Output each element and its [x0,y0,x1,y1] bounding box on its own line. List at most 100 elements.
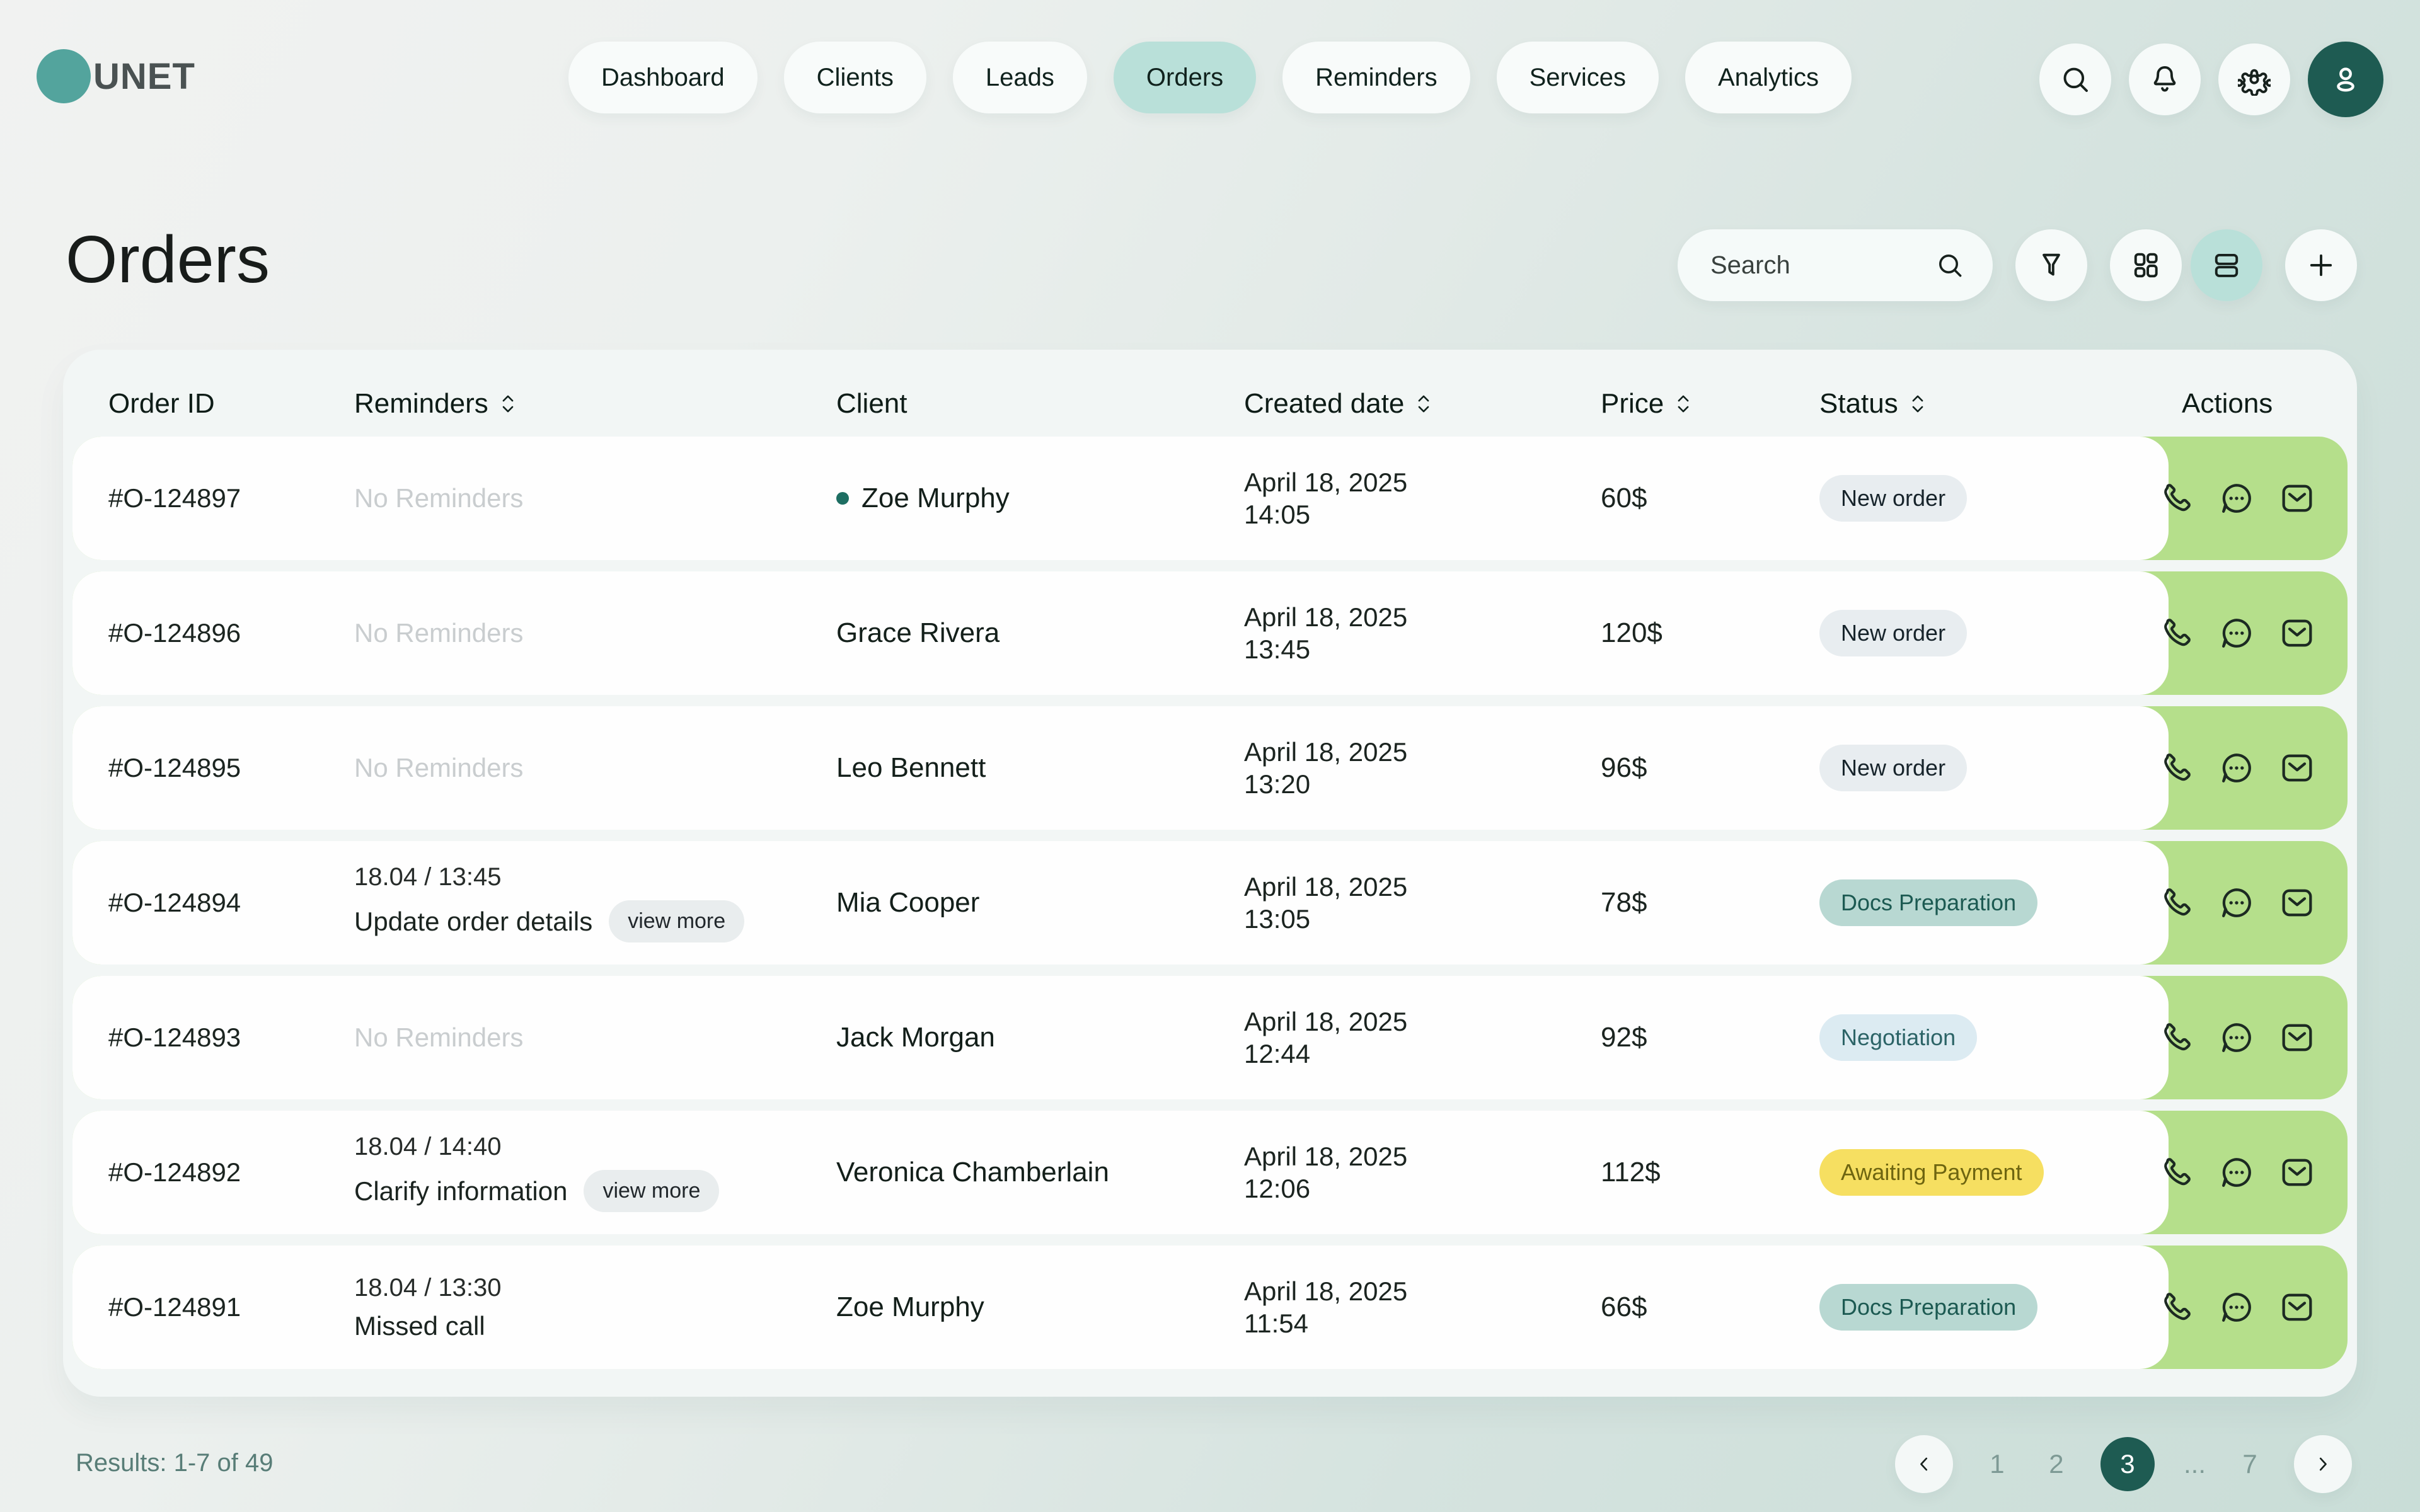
column-label: Price [1601,388,1664,420]
table-toolbar [1678,229,2357,301]
row-actions [2138,883,2348,923]
chat-button[interactable] [2216,883,2257,923]
client-cell: Zoe Murphy [836,1292,1244,1323]
call-button[interactable] [2156,613,2196,653]
page-2-button[interactable]: 2 [2041,1449,2071,1479]
created-time: 13:45 [1244,633,1601,665]
column-header-status[interactable]: Status [1819,388,2138,420]
chat-button[interactable] [2216,613,2257,653]
table-row: #O-124895No RemindersLeo BennettApril 18… [72,706,2348,830]
page-1-button[interactable]: 1 [1982,1449,2012,1479]
email-button[interactable] [2277,1017,2317,1058]
page-3-button[interactable]: 3 [2100,1437,2155,1491]
created-date-cell: April 18, 202512:44 [1244,1005,1601,1070]
status-badge: Negotiation [1819,1014,1977,1061]
call-button[interactable] [2156,478,2196,518]
order-id: #O-124894 [108,888,354,918]
page-7-button[interactable]: 7 [2235,1449,2265,1479]
client-name: Jack Morgan [836,1022,995,1053]
column-label: Status [1819,388,1898,420]
nav-item-clients[interactable]: Clients [784,42,926,113]
column-label: Actions [2182,388,2273,420]
phone-icon [2156,613,2196,653]
sort-icon [1414,393,1433,415]
created-time: 14:05 [1244,498,1601,530]
price: 78$ [1601,887,1819,919]
email-button[interactable] [2277,613,2317,653]
mail-icon [2277,883,2317,923]
email-button[interactable] [2277,478,2317,518]
orders-table-panel: Order ID RemindersClientCreated datePrice… [63,350,2357,1397]
status-cell: Awaiting Payment [1819,1149,2138,1196]
view-toggle-group [2110,229,2262,301]
next-page-button[interactable] [2294,1435,2352,1493]
prev-page-button[interactable] [1895,1435,1953,1493]
nav-item-orders[interactable]: Orders [1114,42,1256,113]
column-label: Order ID [108,388,215,420]
status-badge: New order [1819,475,1967,522]
email-button[interactable] [2277,748,2317,788]
call-button[interactable] [2156,748,2196,788]
mail-icon [2277,748,2317,788]
reminder-cell: No Reminders [354,483,836,513]
filter-button[interactable] [2015,229,2087,301]
status-cell: New order [1819,610,2138,656]
call-button[interactable] [2156,1017,2196,1058]
notifications-button[interactable] [2129,43,2201,115]
created-date: April 18, 2025 [1244,1005,1601,1038]
chat-button[interactable] [2216,748,2257,788]
email-button[interactable] [2277,1287,2317,1327]
list-view-button[interactable] [2191,229,2262,301]
column-header-actions: Actions [2138,388,2348,420]
grid-view-button[interactable] [2110,229,2182,301]
view-more-button[interactable]: view more [584,1170,719,1212]
status-badge: Docs Preparation [1819,879,2037,926]
chevron-left-icon [1913,1453,1935,1475]
chat-button[interactable] [2216,478,2257,518]
chat-button[interactable] [2216,1287,2257,1327]
table-row: #O-12489218.04 / 14:40Clarify informatio… [72,1111,2348,1234]
column-header-price[interactable]: Price [1601,388,1819,420]
column-header-reminders[interactable]: Reminders [354,388,836,420]
client-name: Leo Bennett [836,752,986,784]
created-time: 13:20 [1244,768,1601,800]
email-button[interactable] [2277,883,2317,923]
nav-item-services[interactable]: Services [1497,42,1659,113]
chat-button[interactable] [2216,1152,2257,1193]
global-search-button[interactable] [2039,43,2111,115]
column-header-client: Client [836,388,1244,420]
status-badge: New order [1819,745,1967,791]
email-button[interactable] [2277,1152,2317,1193]
call-button[interactable] [2156,1152,2196,1193]
nav-item-analytics[interactable]: Analytics [1685,42,1852,113]
settings-button[interactable] [2218,43,2290,115]
mail-icon [2277,613,2317,653]
list-view-icon [2210,249,2243,282]
created-time: 12:06 [1244,1172,1601,1205]
nav-item-reminders[interactable]: Reminders [1282,42,1470,113]
nav-item-dashboard[interactable]: Dashboard [568,42,758,113]
call-button[interactable] [2156,1287,2196,1327]
nav-item-leads[interactable]: Leads [953,42,1087,113]
table-row: #O-12489118.04 / 13:30Missed callZoe Mur… [72,1246,2348,1369]
view-more-button[interactable]: view more [609,900,744,942]
reminder-cell: 18.04 / 14:40Clarify informationview mor… [354,1133,836,1212]
call-button[interactable] [2156,883,2196,923]
chat-button[interactable] [2216,1017,2257,1058]
add-order-button[interactable] [2285,229,2357,301]
client-cell: Leo Bennett [836,752,1244,784]
page-title: Orders [66,222,270,298]
created-date: April 18, 2025 [1244,1275,1601,1307]
row-actions [2138,1287,2348,1327]
reminder-cell: 18.04 / 13:45Update order detailsview mo… [354,863,836,942]
order-id: #O-124892 [108,1157,354,1188]
client-cell: Mia Cooper [836,887,1244,919]
order-id: #O-124896 [108,618,354,648]
price: 120$ [1601,617,1819,649]
chat-icon [2216,748,2257,788]
column-header-created-date[interactable]: Created date [1244,388,1601,420]
client-status-dot [836,492,849,505]
profile-avatar[interactable] [2308,42,2383,117]
mail-icon [2277,478,2317,518]
no-reminders-label: No Reminders [354,483,523,513]
